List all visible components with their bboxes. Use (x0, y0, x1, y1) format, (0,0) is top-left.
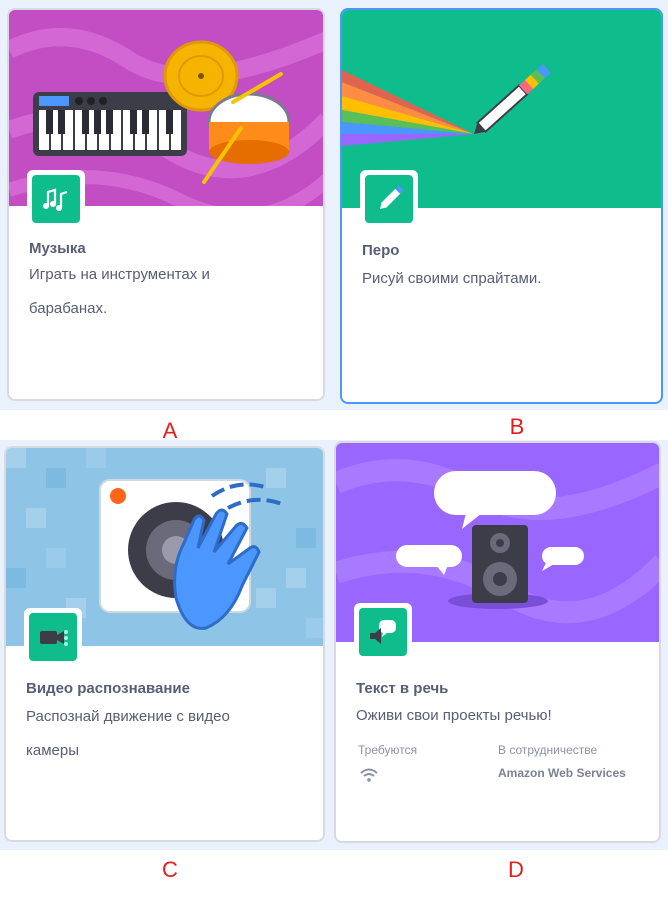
video-camera-icon (40, 630, 68, 646)
music-extension-icon (27, 170, 85, 228)
collaboration-partner: Amazon Web Services (498, 766, 626, 780)
label-b: B (509, 414, 525, 439)
text-to-speech-card-title: Текст в речь (356, 680, 449, 697)
speech-bubble-speaker-icon (370, 620, 396, 644)
label-c: C (162, 857, 178, 882)
video-sensing-extension-icon (24, 608, 82, 666)
extension-card-music[interactable]: Музыка Играть на инструментах и барабана… (7, 8, 325, 401)
video-sensing-card-title: Видео распознавание (26, 680, 190, 697)
wifi-icon (360, 768, 378, 782)
extension-card-video-sensing[interactable]: Видео распознавание Распознай движение с… (4, 446, 325, 842)
music-card-title: Музыка (29, 240, 86, 257)
pen-extension-icon (360, 170, 418, 228)
pen-icon (380, 185, 404, 209)
music-card-description: Играть на инструментах и барабанах. (29, 266, 210, 317)
label-d: D (508, 857, 524, 882)
pen-card-description: Рисуй своими спрайтами. (362, 270, 542, 287)
requires-label: Требуются (358, 743, 418, 757)
text-to-speech-card-description: Оживи свои проекты речью! (356, 707, 552, 724)
video-sensing-card-description: Распознай движение с видео камеры (26, 708, 230, 759)
pen-card-title: Перо (362, 242, 400, 259)
extension-card-text-to-speech[interactable]: Текст в речь Оживи свои проекты речью! Т… (334, 441, 661, 843)
text-to-speech-extension-icon (354, 603, 412, 661)
label-a: A (162, 418, 178, 443)
music-notes-icon (43, 188, 68, 211)
collaboration-label: В сотрудничестве (498, 743, 598, 757)
extension-card-pen[interactable]: Перо Рисуй своими спрайтами. (340, 8, 663, 404)
